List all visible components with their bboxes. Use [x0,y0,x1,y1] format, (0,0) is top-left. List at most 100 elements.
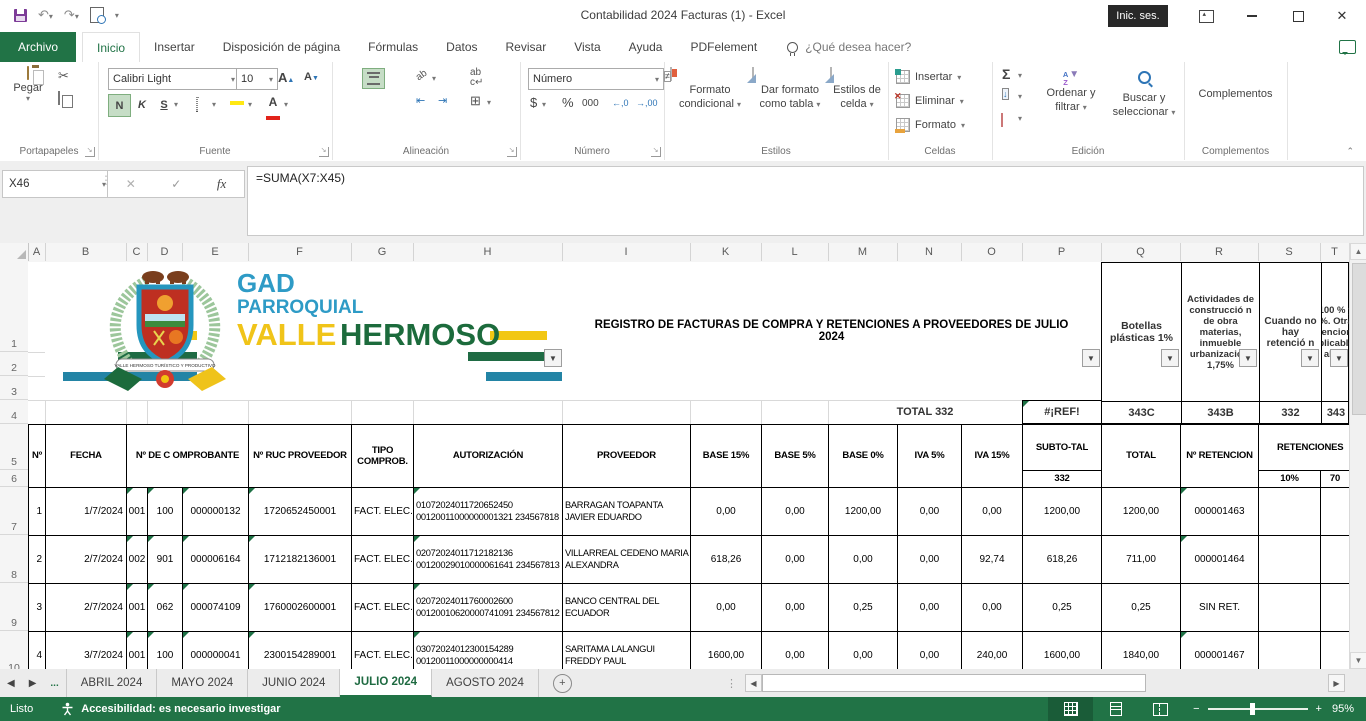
cell-n-r7[interactable]: 1 [29,488,46,536]
tab-ayuda[interactable]: Ayuda [615,32,677,62]
cell-total-r7[interactable]: 1200,00 [1102,488,1181,536]
insert-function-icon[interactable]: fx [217,176,226,192]
font-dialog-launcher[interactable]: ↘ [319,147,329,157]
cell-fecha-r9[interactable]: 2/7/2024 [46,584,127,632]
th-fecha[interactable]: FECHA [46,425,127,488]
zoom-out-icon[interactable]: − [1193,703,1199,715]
cell-punto-r8[interactable]: 901 [148,536,183,584]
formula-input[interactable]: =SUMA(X7:X45) [247,166,1364,236]
cell-prov-r7[interactable]: BARRAGAN TOAPANTA JAVIER EDUARDO [563,488,691,536]
column-header-i[interactable]: I [562,243,691,261]
cell-sub-r8[interactable]: 618,26 [1023,536,1102,584]
cell-iva5-r8[interactable]: 0,00 [898,536,962,584]
tab-pdfelement[interactable]: PDFelement [676,32,771,62]
column-header-p[interactable]: P [1022,243,1102,261]
fill-color-icon[interactable] [230,96,244,108]
cell-fecha-r8[interactable]: 2/7/2024 [46,536,127,584]
row-header-9[interactable]: 9 [0,583,28,631]
cell-fecha-r7[interactable]: 1/7/2024 [46,488,127,536]
merge-center-dropdown[interactable]: ▾ [487,98,491,107]
find-select-button[interactable]: Buscar y seleccionar ▾ [1108,68,1180,120]
cell-n-r8[interactable]: 2 [29,536,46,584]
th-tipo[interactable]: TIPO COMPROB. [352,425,414,488]
clipboard-dialog-launcher[interactable]: ↘ [85,147,95,157]
column-header-r[interactable]: R [1180,243,1259,261]
font-name-select[interactable]: Calibri Light▾ [108,68,240,90]
th-ret-10[interactable]: 10% [1259,471,1321,488]
sheet-tab-abril-2024[interactable]: ABRIL 2024 [66,669,158,697]
autosum-icon[interactable]: Σ [1002,66,1010,82]
th-retenciones[interactable]: RETENCIONES [1259,425,1349,471]
row-header-4[interactable]: 4 [0,400,28,424]
sheet-nav-left-icon[interactable]: ◀ [0,669,22,697]
comments-icon[interactable] [1339,40,1356,54]
delete-cells-button[interactable]: Eliminar▾ [896,94,964,108]
worksheet[interactable]: VALLE HERMOSO TURÍSTICO Y PRODUCTIVO GAD… [28,262,1349,669]
cell-base5-r7[interactable]: 0,00 [762,488,829,536]
column-header-k[interactable]: K [690,243,762,261]
merge-center-icon[interactable]: ⊞ [470,93,481,109]
cell-sub-r7[interactable]: 1200,00 [1023,488,1102,536]
column-header-f[interactable]: F [248,243,352,261]
format-as-table-button[interactable]: Dar formato como tabla ▾ [752,68,828,112]
cell-iva5-r7[interactable]: 0,00 [898,488,962,536]
cell-ref-error[interactable]: #¡REF! [1022,400,1101,424]
cell-n-r9[interactable]: 3 [29,584,46,632]
th-base0[interactable]: BASE 0% [829,425,898,488]
cell-tipo-r8[interactable]: FACT. ELEC. [352,536,414,584]
filter-dropdown-r[interactable]: ▼ [1239,349,1257,367]
horizontal-scroll-track[interactable] [1146,674,1328,692]
row-header-1[interactable]: 1 [0,262,28,352]
number-dialog-launcher[interactable]: ↘ [651,147,661,157]
accounting-format-icon[interactable]: $ [530,95,537,110]
align-middle-icon[interactable] [362,68,385,89]
cell-base5-r10[interactable]: 0,00 [762,632,829,669]
cell-base5-r9[interactable]: 0,00 [762,584,829,632]
column-header-d[interactable]: D [147,243,183,261]
column-header-l[interactable]: L [761,243,829,261]
decrease-decimal-icon[interactable]: →,00 [636,98,658,108]
sheet-tab-agosto-2024[interactable]: AGOSTO 2024 [432,669,539,697]
cell-base0-r9[interactable]: 0,25 [829,584,898,632]
normal-view-icon[interactable] [1048,697,1093,721]
tab-vista[interactable]: Vista [560,32,614,62]
vertical-scrollbar[interactable]: ▲ ▼ [1349,243,1366,669]
cell-s4[interactable]: 332 [1259,401,1321,424]
orientation-dropdown[interactable]: ▾ [432,74,436,83]
redo-button[interactable]: ↷▾ [64,6,79,24]
th-subtotal[interactable]: SUBTO-TAL [1023,425,1102,471]
cell-prov-r10[interactable]: SARITAMA LALANGUI FREDDY PAUL [563,632,691,669]
wrap-text-icon[interactable]: abc↵ [470,68,483,88]
cell-punto-r10[interactable]: 100 [148,632,183,669]
cell-secuencial-r10[interactable]: 000000041 [183,632,249,669]
conditional-formatting-button[interactable]: Formato condicional ▾ [670,68,750,112]
accessibility-status[interactable]: Accesibilidad: es necesario investigar [81,703,280,715]
splitter-handle[interactable]: ⋮ [726,677,737,690]
cell-q4[interactable]: 343C [1102,401,1181,424]
cell-aut-r8[interactable]: 02072024011712182136 0012002901000006164… [414,536,563,584]
sheet-tab-mayo-2024[interactable]: MAYO 2024 [157,669,248,697]
page-break-view-icon[interactable] [1138,697,1183,721]
decrease-font-icon[interactable]: A▼ [304,71,319,83]
tab-insertar[interactable]: Insertar [140,32,209,62]
th-subtotal-332[interactable]: 332 [1023,471,1102,488]
cell-total-332[interactable]: TOTAL 332 [828,401,1022,423]
th-ret-70[interactable]: 70 [1321,471,1349,488]
cell-s1[interactable]: Cuando no hay retenció n [1259,263,1321,401]
th-autorizacion[interactable]: AUTORIZACIÓN [414,425,563,488]
cell-sub-r10[interactable]: 1600,00 [1023,632,1102,669]
cell-aut-r10[interactable]: 03072024012300154289 0012001100000000041… [414,632,563,669]
th-iva5[interactable]: IVA 5% [898,425,962,488]
underline-dropdown[interactable]: ▾ [174,100,178,109]
customize-qat-icon[interactable]: ▾ [115,11,119,20]
cancel-icon[interactable]: ✕ [126,177,136,191]
cell-ret-r10[interactable]: 000001467 [1181,632,1259,669]
zoom-level[interactable]: 95% [1332,703,1354,715]
cell-secuencial-r7[interactable]: 000000132 [183,488,249,536]
row-header-8[interactable]: 8 [0,535,28,583]
name-box[interactable]: X46▾ [2,170,113,198]
sheet-nav-right-icon[interactable]: ▶ [22,669,44,697]
increase-font-icon[interactable]: A▲ [278,70,294,85]
cell-total-r10[interactable]: 1840,00 [1102,632,1181,669]
cell-ret10-r9[interactable] [1259,584,1321,632]
